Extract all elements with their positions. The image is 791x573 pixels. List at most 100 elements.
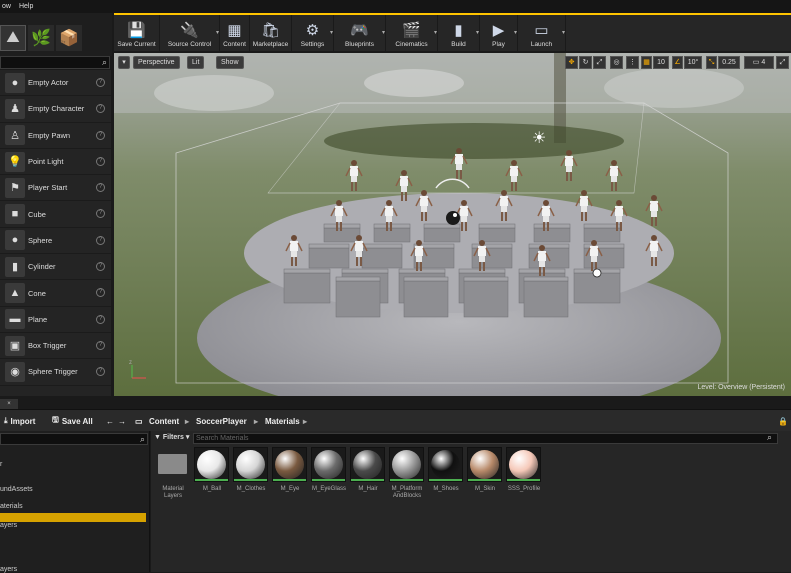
import-button[interactable]: ⤓ Import bbox=[4, 413, 35, 429]
content-button[interactable]: ▦ Content bbox=[220, 15, 250, 51]
rotation-snap-icon[interactable]: ∠ bbox=[672, 56, 683, 69]
help-icon[interactable]: ? bbox=[96, 156, 105, 166]
block-mesh[interactable] bbox=[583, 227, 621, 243]
show-button[interactable]: Show bbox=[216, 56, 244, 69]
launch-button[interactable]: ▭ Launch ▾ bbox=[518, 15, 566, 51]
place-item[interactable]: ■ Cube ? bbox=[0, 201, 111, 228]
help-icon[interactable]: ? bbox=[96, 130, 105, 140]
save-all-button[interactable]: 🖫 Save All bbox=[52, 413, 93, 429]
back-button[interactable]: ← bbox=[106, 413, 114, 429]
block-mesh[interactable] bbox=[361, 247, 403, 269]
tree-search-input[interactable]: ⌕ bbox=[0, 433, 148, 445]
settings-button[interactable]: ⚙ Settings ▾ bbox=[292, 15, 334, 51]
place-item[interactable]: ♙ Empty Pawn ? bbox=[0, 123, 111, 149]
geometry-mode-icon[interactable]: 📦 bbox=[56, 25, 82, 51]
help-icon[interactable]: ? bbox=[96, 78, 105, 87]
chevron-down-icon[interactable]: ▾ bbox=[382, 29, 385, 36]
lit-button[interactable]: Lit bbox=[187, 56, 205, 69]
block-mesh[interactable] bbox=[463, 280, 509, 318]
material-thumbnail[interactable] bbox=[272, 447, 307, 482]
help-icon[interactable]: ? bbox=[96, 340, 105, 350]
help-icon[interactable]: ? bbox=[96, 104, 105, 114]
tree-item[interactable]: ayers bbox=[0, 522, 17, 529]
help-icon[interactable]: ? bbox=[96, 367, 105, 377]
foliage-mode-icon[interactable]: 🌿 bbox=[28, 25, 54, 51]
grid-snap-icon[interactable]: ▦ bbox=[641, 56, 652, 69]
material-thumbnail[interactable] bbox=[350, 447, 385, 482]
tree-item[interactable]: r bbox=[0, 461, 2, 468]
menu-help[interactable]: Help bbox=[19, 3, 33, 10]
camera-speed-button[interactable]: ▭ 4 bbox=[744, 56, 774, 69]
rotation-snap-value[interactable]: 10° bbox=[684, 56, 702, 69]
place-item[interactable]: ● Sphere ? bbox=[0, 228, 111, 255]
place-item[interactable]: ▲ Cone ? bbox=[0, 280, 111, 307]
help-icon[interactable]: ? bbox=[96, 262, 105, 272]
block-mesh[interactable] bbox=[478, 227, 516, 243]
save-button[interactable]: 💾 Save Current bbox=[114, 15, 160, 51]
world-space-icon[interactable]: ◎ bbox=[610, 56, 623, 69]
chevron-down-icon[interactable]: ▾ bbox=[434, 29, 437, 36]
build-button[interactable]: ▮ Build ▾ bbox=[438, 15, 480, 51]
asset-search-input[interactable]: Search Materials bbox=[193, 433, 778, 444]
block-mesh[interactable] bbox=[573, 272, 621, 304]
help-icon[interactable]: ? bbox=[96, 288, 105, 298]
directional-light-icon[interactable]: ☀ bbox=[532, 130, 546, 147]
blueprints-button[interactable]: 🎮 Blueprints ▾ bbox=[334, 15, 386, 51]
viewport-options-button[interactable]: ▾ bbox=[118, 56, 130, 69]
block-mesh[interactable] bbox=[335, 280, 381, 318]
play-button[interactable]: ▶ Play ▾ bbox=[480, 15, 518, 51]
place-item[interactable]: ▣ Box Trigger ? bbox=[0, 333, 111, 360]
material-thumbnail[interactable] bbox=[467, 447, 502, 482]
breadcrumb-soccerplayer[interactable]: SoccerPlayer bbox=[196, 413, 247, 429]
help-icon[interactable]: ? bbox=[96, 314, 105, 324]
chevron-down-icon[interactable]: ▾ bbox=[514, 29, 517, 36]
material-thumbnail[interactable] bbox=[194, 447, 229, 482]
close-tab-icon[interactable]: × bbox=[0, 399, 18, 409]
scale-snap-icon[interactable]: ⤡ bbox=[706, 56, 717, 69]
block-mesh[interactable] bbox=[283, 272, 331, 304]
breadcrumb-content[interactable]: Content bbox=[149, 413, 179, 429]
translate-tool-icon[interactable]: ✥ bbox=[565, 56, 578, 69]
level-viewport[interactable]: ☀ z ▾ Perspective Lit Show ✥ ↻ ⤢ ◎ ⋮ ▦ 1… bbox=[114, 53, 791, 396]
place-item[interactable]: ● Empty Actor ? bbox=[0, 70, 111, 97]
source-control-button[interactable]: 🔌 Source Control ▾ bbox=[160, 15, 220, 51]
place-item[interactable]: 💡 Point Light ? bbox=[0, 149, 111, 176]
block-mesh[interactable] bbox=[523, 280, 569, 318]
rotate-tool-icon[interactable]: ↻ bbox=[579, 56, 592, 69]
breadcrumb-materials[interactable]: Materials bbox=[265, 413, 300, 429]
block-mesh[interactable] bbox=[423, 227, 461, 243]
place-item[interactable]: ▮ Cylinder ? bbox=[0, 254, 111, 281]
chevron-down-icon[interactable]: ▾ bbox=[216, 29, 219, 36]
material-thumbnail[interactable] bbox=[311, 447, 346, 482]
material-thumbnail[interactable] bbox=[233, 447, 268, 482]
block-mesh[interactable] bbox=[533, 227, 571, 243]
chevron-down-icon[interactable]: ▾ bbox=[562, 29, 565, 36]
folder-icon[interactable] bbox=[155, 447, 190, 482]
marketplace-button[interactable]: 🛍 Marketplace bbox=[250, 15, 292, 51]
help-icon[interactable]: ? bbox=[96, 235, 105, 245]
material-thumbnail[interactable] bbox=[389, 447, 424, 482]
material-thumbnail[interactable] bbox=[506, 447, 541, 482]
tree-item[interactable]: aterials bbox=[0, 503, 23, 510]
place-item[interactable]: ⚑ Player Start ? bbox=[0, 175, 111, 202]
chevron-down-icon[interactable]: ▾ bbox=[330, 29, 333, 36]
help-icon[interactable]: ? bbox=[96, 209, 105, 219]
place-mode-icon[interactable]: ⛰ bbox=[0, 25, 26, 51]
forward-button[interactable]: → bbox=[118, 413, 126, 429]
place-item[interactable]: ▬ Plane ? bbox=[0, 307, 111, 333]
tree-item-selected[interactable] bbox=[0, 513, 146, 522]
block-mesh[interactable] bbox=[308, 247, 350, 269]
scale-tool-icon[interactable]: ⤢ bbox=[593, 56, 606, 69]
grid-snap-value[interactable]: 10 bbox=[653, 56, 669, 69]
material-thumbnail[interactable] bbox=[428, 447, 463, 482]
menu-window[interactable]: ow bbox=[2, 3, 11, 10]
scale-snap-value[interactable]: 0.25 bbox=[718, 56, 740, 69]
place-search-input[interactable]: ⌕ bbox=[0, 56, 110, 69]
block-mesh[interactable] bbox=[403, 280, 449, 318]
help-icon[interactable]: ? bbox=[96, 183, 105, 193]
place-item[interactable]: ◉ Sphere Trigger ? bbox=[0, 359, 111, 386]
cinematics-button[interactable]: 🎬 Cinematics ▾ bbox=[386, 15, 438, 51]
perspective-button[interactable]: Perspective bbox=[133, 56, 180, 69]
filters-button[interactable]: ▼ Filters ▾ bbox=[154, 433, 189, 444]
lock-icon[interactable]: 🔒 bbox=[778, 413, 788, 429]
